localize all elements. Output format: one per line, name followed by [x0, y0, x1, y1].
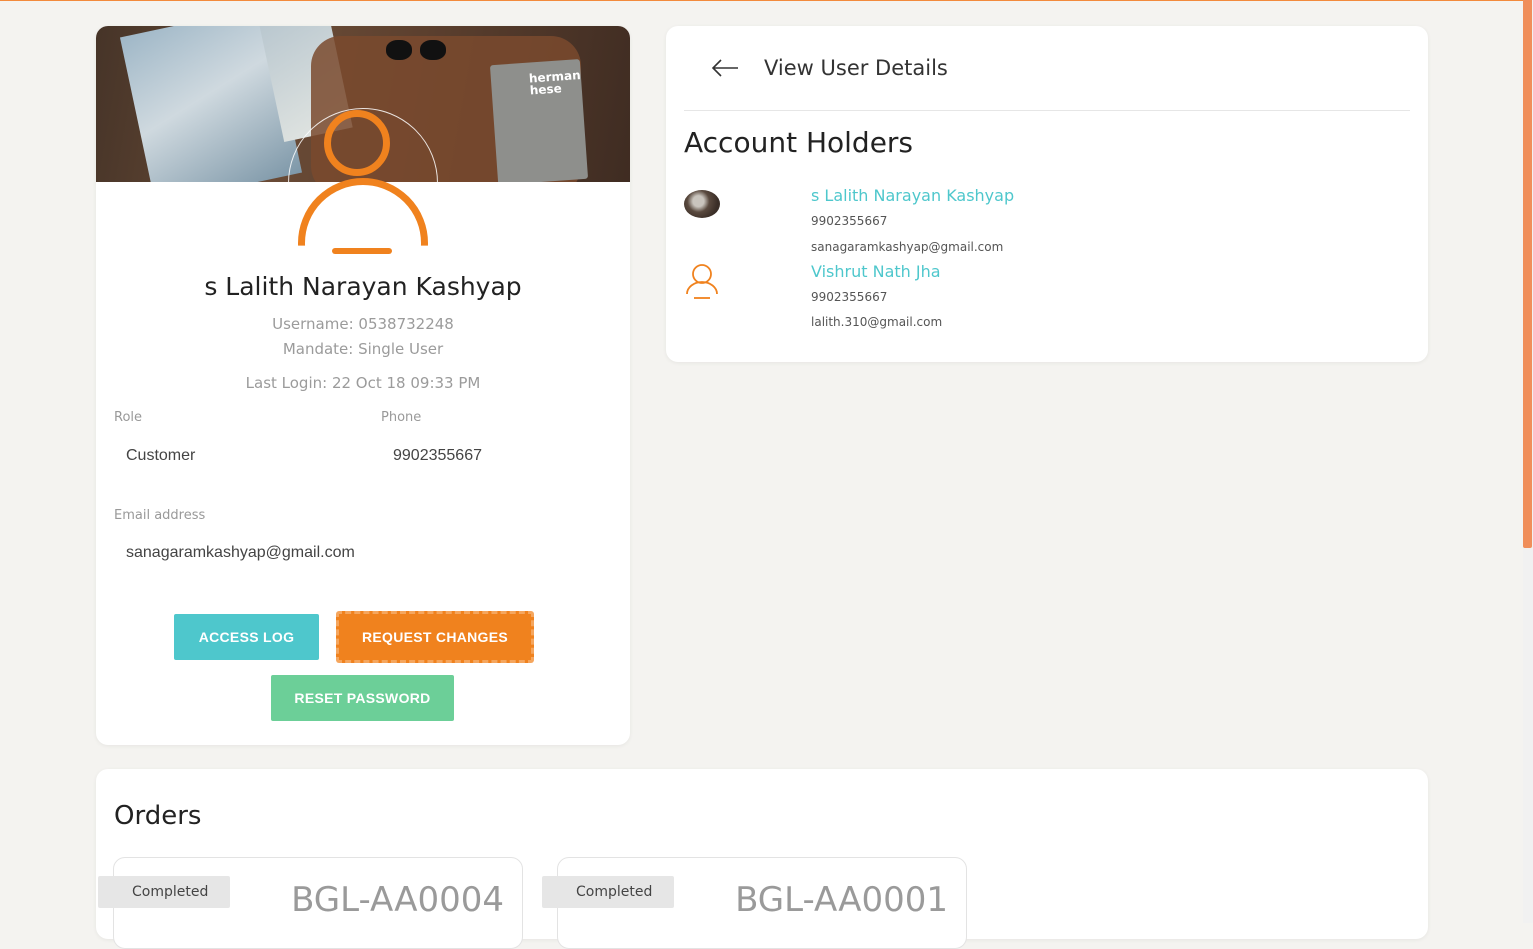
user-icon: [686, 264, 718, 299]
phone-label: Phone: [381, 410, 422, 425]
profile-mandate: Mandate: Single User: [282, 340, 444, 358]
scrollbar-track[interactable]: [1523, 0, 1533, 923]
access-log-button[interactable]: ACCESS LOG: [174, 614, 319, 660]
status-badge: Completed: [98, 876, 230, 908]
orders-card: Orders Completed BGL-AA0004 Completed BG…: [96, 769, 1428, 949]
profile-username: Username: 0538732248: [272, 315, 454, 333]
order-card[interactable]: Completed BGL-AA0001: [542, 857, 967, 949]
cover-book-title: herman hese: [528, 68, 582, 98]
profile-name: s Lalith Narayan Kashyap: [204, 272, 522, 301]
order-card[interactable]: Completed BGL-AA0004: [98, 857, 523, 949]
scrollbar-thumb[interactable]: [1523, 0, 1532, 548]
email-label: Email address: [114, 508, 206, 523]
order-id: BGL-AA0004: [291, 880, 504, 920]
reset-password-button[interactable]: RESET PASSWORD: [271, 675, 454, 721]
holder-phone: 9902355667: [811, 214, 888, 228]
holder-name-link[interactable]: Vishrut Nath Jha: [811, 262, 941, 281]
back-arrow-icon[interactable]: [710, 56, 740, 80]
role-value: Customer: [126, 447, 196, 464]
orders-heading: Orders: [114, 801, 202, 831]
page-title: View User Details: [764, 56, 948, 80]
status-badge: Completed: [542, 876, 674, 908]
profile-last-login: Last Login: 22 Oct 18 09:33 PM: [245, 374, 481, 392]
email-value: sanagaramkashyap@gmail.com: [126, 544, 355, 561]
phone-value: 9902355667: [393, 447, 482, 464]
avatar-icon: [324, 110, 390, 176]
holder-email: sanagaramkashyap@gmail.com: [811, 240, 1004, 254]
request-changes-button[interactable]: REQUEST CHANGES: [336, 611, 534, 663]
holder-email: lalith.310@gmail.com: [811, 315, 943, 329]
account-holders-heading: Account Holders: [684, 126, 914, 159]
order-id: BGL-AA0001: [735, 880, 948, 920]
top-accent-line: [0, 0, 1523, 1]
role-label: Role: [114, 410, 143, 425]
holder-name-link[interactable]: s Lalith Narayan Kashyap: [811, 186, 1014, 205]
user-details-card: View User Details Account Holders s Lali…: [666, 26, 1428, 362]
holder-avatar-photo: [684, 190, 720, 218]
profile-card: herman hese s Lalith Narayan Kashyap Use…: [96, 26, 630, 745]
header-divider: [684, 110, 1410, 111]
holder-phone: 9902355667: [811, 290, 888, 304]
